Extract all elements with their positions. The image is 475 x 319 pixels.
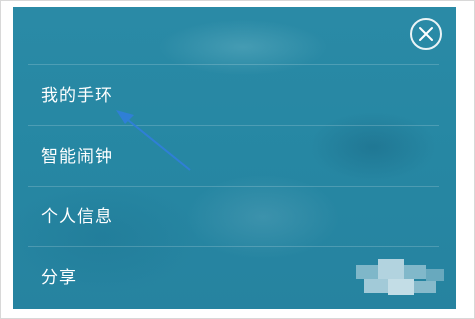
screenshot-frame: 我的手环 智能闹钟 个人信息 分享 xyxy=(0,0,475,319)
menu-panel: 我的手环 智能闹钟 个人信息 分享 xyxy=(13,7,456,309)
annotation-arrow-icon xyxy=(116,110,191,171)
